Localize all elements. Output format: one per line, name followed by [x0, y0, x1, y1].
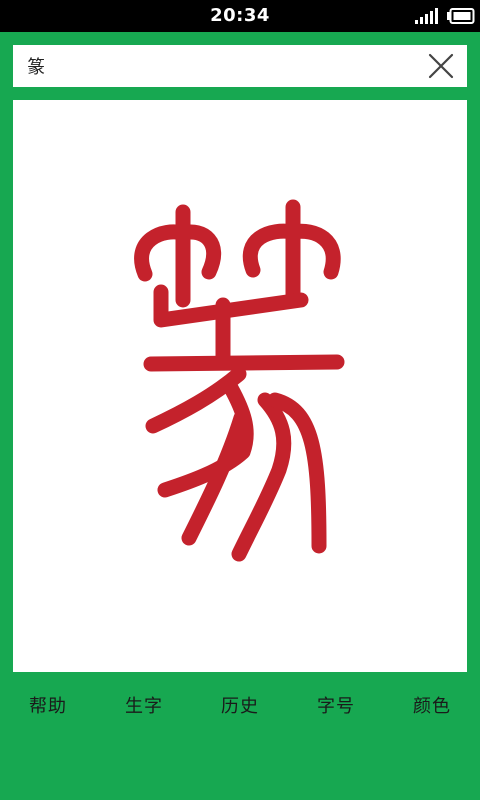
nav-font-size[interactable]: 字号 — [288, 684, 384, 730]
close-icon — [428, 53, 454, 79]
battery-icon — [447, 8, 475, 24]
search-input[interactable] — [13, 45, 413, 87]
status-time: 20:34 — [210, 5, 270, 26]
nav-new-characters[interactable]: 生字 — [96, 684, 192, 730]
seal-script-glyph — [134, 199, 345, 562]
glyph-canvas — [13, 100, 467, 672]
nav-history[interactable]: 历史 — [192, 684, 288, 730]
clear-button[interactable] — [423, 50, 459, 82]
bottom-nav: 帮助 生字 历史 字号 颜色 — [0, 684, 480, 730]
signal-bars-icon — [415, 8, 438, 24]
nav-help[interactable]: 帮助 — [0, 684, 96, 730]
nav-color[interactable]: 颜色 — [384, 684, 480, 730]
search-bar — [13, 45, 467, 87]
status-bar: 20:34 — [0, 0, 480, 32]
